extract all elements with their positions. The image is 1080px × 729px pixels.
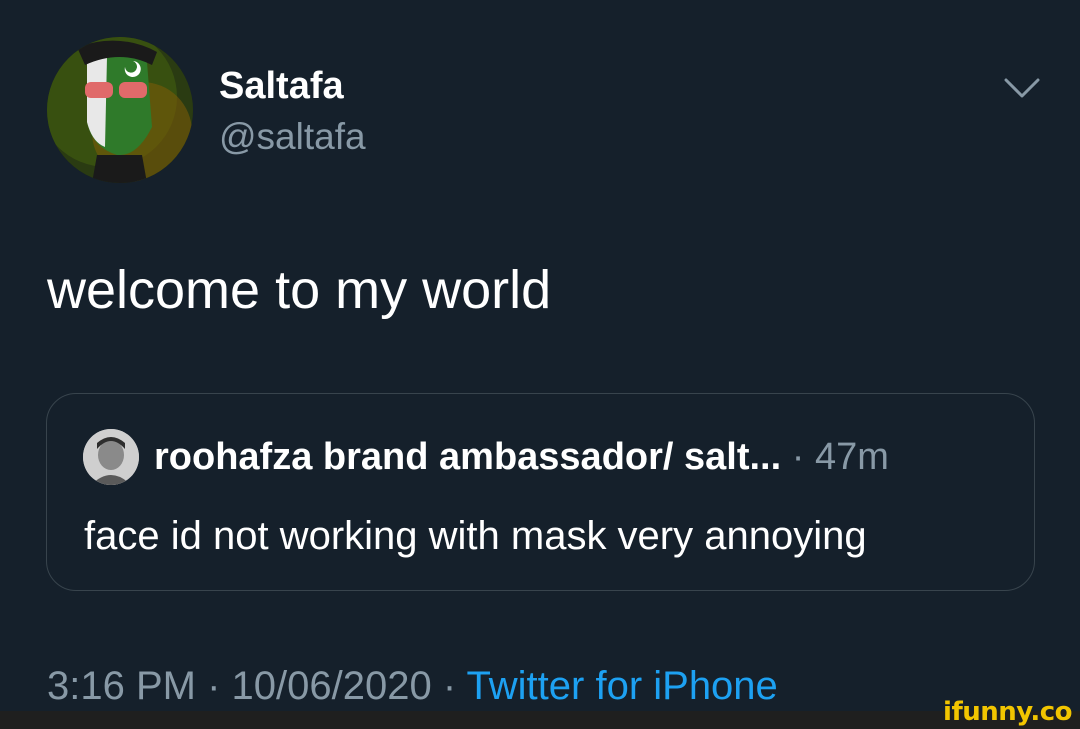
tweet-meta: 3:16 PM · 10/06/2020 · Twitter for iPhon… <box>47 662 778 710</box>
quoted-tweet-header: roohafza brand ambassador/ salt... · 47m <box>154 434 889 480</box>
meta-separator: · <box>431 664 467 708</box>
watermark-logo: ifunny.co <box>943 697 1072 727</box>
tweet-detail: Saltafa @saltafa welcome to my world roo… <box>0 0 1080 711</box>
tweet-time[interactable]: 3:16 PM <box>47 664 196 708</box>
watermark-bar <box>0 711 1080 729</box>
quoted-author-name[interactable]: roohafza brand ambassador/ salt... <box>154 436 781 478</box>
quoted-separator: · <box>791 436 805 478</box>
quoted-avatar-image <box>83 429 139 485</box>
tweet-source-link[interactable]: Twitter for iPhone <box>467 664 778 708</box>
quoted-timestamp[interactable]: 47m <box>815 436 889 478</box>
tweet-text: welcome to my world <box>47 260 552 320</box>
quoted-tweet-card[interactable]: roohafza brand ambassador/ salt... · 47m… <box>46 393 1035 591</box>
author-avatar[interactable] <box>47 37 193 183</box>
avatar-image <box>47 37 193 183</box>
chevron-down-icon[interactable] <box>1000 70 1044 106</box>
meta-separator: · <box>195 664 232 708</box>
quoted-tweet-text: face id not working with mask very annoy… <box>84 514 867 558</box>
author-handle[interactable]: @saltafa <box>219 115 366 159</box>
author-display-name[interactable]: Saltafa <box>219 64 344 108</box>
tweet-date[interactable]: 10/06/2020 <box>232 664 432 708</box>
quoted-author-avatar[interactable] <box>83 429 139 485</box>
